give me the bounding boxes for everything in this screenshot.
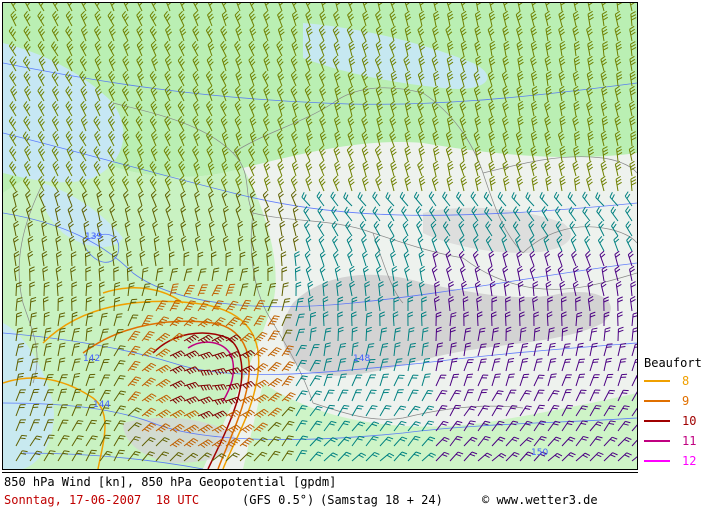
forecast-date: Sonntag, 17-06-2007 18 UTC xyxy=(4,493,200,507)
legend-swatch xyxy=(644,400,670,402)
legend-title: Beaufort xyxy=(644,356,702,370)
legend-label: 8 xyxy=(682,374,690,388)
legend-swatch xyxy=(644,380,670,382)
beaufort-legend: Beaufort 8 9 10 11 12 xyxy=(640,350,702,472)
legend-label: 9 xyxy=(682,394,690,408)
legend-label: 10 xyxy=(682,414,697,428)
contour-label: 142 xyxy=(83,354,100,364)
map-caption: 850 hPa Wind [kn], 850 hPa Geopotential … xyxy=(2,472,638,511)
legend-item-10: 10 xyxy=(644,414,702,428)
legend-swatch xyxy=(644,420,670,422)
legend-label: 12 xyxy=(682,454,697,468)
legend-item-8: 8 xyxy=(644,374,702,388)
contour-label: 148 xyxy=(353,354,370,364)
legend-swatch xyxy=(644,440,670,442)
map-title: 850 hPa Wind [kn], 850 hPa Geopotential … xyxy=(4,475,337,489)
legend-item-11: 11 xyxy=(644,434,702,448)
legend-swatch xyxy=(644,460,670,462)
legend-item-12: 12 xyxy=(644,454,702,468)
legend-label: 11 xyxy=(682,434,697,448)
contour-label: 150 xyxy=(531,448,548,458)
contour-label: 139 xyxy=(85,232,102,242)
weather-map-frame: 139 142 144 148 150 Beaufort 8 9 10 11 12 85… xyxy=(0,0,704,513)
caption-info-row: Sonntag, 17-06-2007 18 UTC (GFS 0.5°) (S… xyxy=(2,493,638,509)
model-name: (GFS 0.5°) xyxy=(242,493,315,507)
legend-item-9: 9 xyxy=(644,394,702,408)
model-run: (Samstag 18 + 24) xyxy=(320,493,443,507)
copyright-link[interactable]: © www.wetter3.de xyxy=(482,493,598,507)
wind-map: 139 142 144 148 150 xyxy=(2,2,638,470)
wind-map-canvas: 139 142 144 148 150 xyxy=(3,3,637,469)
contour-label: 144 xyxy=(93,400,110,410)
